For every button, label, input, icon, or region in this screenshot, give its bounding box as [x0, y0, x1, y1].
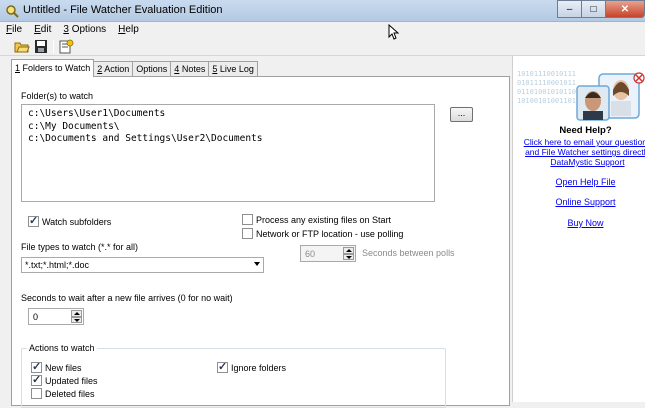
network-polling-checkbox[interactable]: Network or FTP location - use polling — [242, 228, 403, 239]
browse-folders-button[interactable]: ... — [450, 107, 473, 122]
folders-list[interactable]: c:\Users\User1\Documents c:\My Documents… — [21, 104, 435, 202]
tab-folders-label: Folders to Watch — [20, 63, 91, 73]
menu-edit[interactable]: Edit — [34, 22, 51, 37]
folder-path: c:\Users\User1\Documents — [28, 108, 166, 119]
email-support-link[interactable]: Click here to email your questions and F… — [517, 137, 645, 167]
close-button[interactable]: ✕ — [605, 0, 645, 18]
menu-options-label: Options — [68, 24, 107, 35]
chevron-down-icon — [254, 262, 260, 266]
buy-now-link[interactable]: Buy Now — [513, 218, 645, 228]
folders-tab-panel: Folder(s) to watch c:\Users\User1\Docume… — [11, 76, 510, 408]
online-support-link[interactable]: Online Support — [513, 197, 645, 207]
checkbox-box — [31, 388, 42, 399]
tab-live-log[interactable]: 5 Live Log — [208, 61, 258, 77]
tab-folders-to-watch[interactable]: 1 Folders to Watch — [11, 59, 95, 77]
tab-options-label: Options — [136, 64, 168, 74]
process-existing-label: Process any existing files on Start — [256, 214, 392, 225]
updated-files-label: Updated files — [45, 375, 98, 386]
save-icon[interactable] — [33, 39, 49, 54]
title-bar: Untitled - File Watcher Evaluation Editi… — [0, 0, 645, 22]
checkbox-box — [217, 360, 228, 373]
email-support-line3: DataMystic Support — [550, 157, 625, 167]
menu-options[interactable]: 3 Options — [63, 22, 106, 37]
spin-down-icon[interactable] — [343, 253, 354, 260]
wizard-icon[interactable] — [58, 39, 74, 54]
tab-action-label: Action — [102, 64, 130, 74]
spin-down-icon[interactable] — [71, 316, 82, 323]
tab-strip: 1 Folders to Watch 2 Action Options 4 No… — [11, 59, 258, 77]
need-help-heading: Need Help? — [559, 125, 612, 136]
spinner-buttons — [343, 247, 354, 260]
maximize-button[interactable]: □ — [581, 0, 605, 18]
spinner-buttons — [71, 310, 82, 323]
watch-subfolders-checkbox[interactable]: Watch subfolders — [28, 214, 112, 227]
support-banner[interactable]: 10101110010111 01011110001011 0110100101… — [513, 64, 645, 122]
poll-interval-spinner[interactable]: 60 — [300, 245, 356, 262]
deleted-files-label: Deleted files — [45, 388, 95, 399]
folder-path: c:\Documents and Settings\User2\Document… — [28, 133, 263, 144]
mouse-cursor-icon — [388, 24, 400, 40]
folders-label: Folder(s) to watch — [21, 91, 94, 101]
tab-live-log-label: Live Log — [217, 64, 254, 74]
folder-path: c:\My Documents\ — [28, 120, 120, 132]
menu-edit-label: dit — [40, 24, 52, 35]
checkbox-box — [242, 214, 253, 225]
file-types-value: *.txt;*.html;*.doc — [25, 260, 90, 270]
process-existing-checkbox[interactable]: Process any existing files on Start — [242, 214, 391, 225]
network-polling-label: Network or FTP location - use polling — [256, 228, 404, 239]
tab-action[interactable]: 2 Action — [93, 61, 134, 77]
wait-seconds-spinner[interactable]: 0 — [28, 308, 84, 325]
file-types-combo[interactable]: *.txt;*.html;*.doc — [21, 257, 264, 273]
wait-seconds-label: Seconds to wait after a new file arrives… — [21, 293, 233, 303]
new-files-label: New files — [45, 362, 82, 373]
wait-seconds-value: 0 — [33, 312, 39, 322]
menu-file[interactable]: File — [6, 22, 22, 37]
email-support-line1: Click here to email your questions — [523, 137, 645, 147]
magnifier-icon — [6, 5, 19, 18]
binary-pattern: 10101110010111 01011110001011 0110100101… — [517, 70, 577, 105]
checkbox-box — [242, 228, 253, 239]
minimize-button[interactable]: – — [557, 0, 581, 18]
ignore-folders-label: Ignore folders — [231, 362, 287, 373]
menu-edit-key: E — [34, 24, 41, 35]
menu-file-label: ile — [12, 24, 23, 35]
checkbox-box — [31, 373, 42, 386]
actions-groupbox: Actions to watch New files Updated files… — [21, 343, 446, 408]
open-icon[interactable] — [14, 39, 30, 54]
poll-interval-value: 60 — [305, 249, 316, 259]
toolbar-separator — [53, 40, 54, 53]
checkbox-box — [31, 360, 42, 373]
watch-subfolders-label: Watch subfolders — [42, 216, 112, 227]
tab-options[interactable]: Options — [132, 61, 172, 77]
toolbar — [0, 37, 645, 56]
checkbox-box — [28, 214, 39, 227]
file-types-label: File types to watch (*.* for all) — [21, 242, 139, 252]
window-controls: – □ ✕ — [557, 0, 645, 18]
poll-interval-label: Seconds between polls — [362, 248, 455, 258]
deleted-files-checkbox[interactable]: Deleted files — [31, 388, 95, 399]
menu-bar: File Edit 3 Options Help — [0, 22, 645, 37]
menu-help[interactable]: Help — [118, 22, 139, 37]
support-staff-image — [576, 72, 645, 121]
updated-files-checkbox[interactable]: Updated files — [31, 373, 98, 386]
tab-notes[interactable]: 4 Notes — [170, 61, 210, 77]
email-support-line2: and File Watcher settings directly — [525, 147, 645, 157]
actions-title: Actions to watch — [27, 343, 97, 353]
menu-help-label: elp — [125, 24, 139, 35]
ignore-folders-checkbox[interactable]: Ignore folders — [217, 360, 287, 373]
open-help-file-link[interactable]: Open Help File — [513, 177, 645, 187]
new-files-checkbox[interactable]: New files — [31, 360, 82, 373]
window-title: Untitled - File Watcher Evaluation Editi… — [23, 4, 223, 16]
tab-notes-label: Notes — [179, 64, 206, 74]
help-panel: 10101110010111 01011110001011 0110100101… — [512, 56, 645, 402]
